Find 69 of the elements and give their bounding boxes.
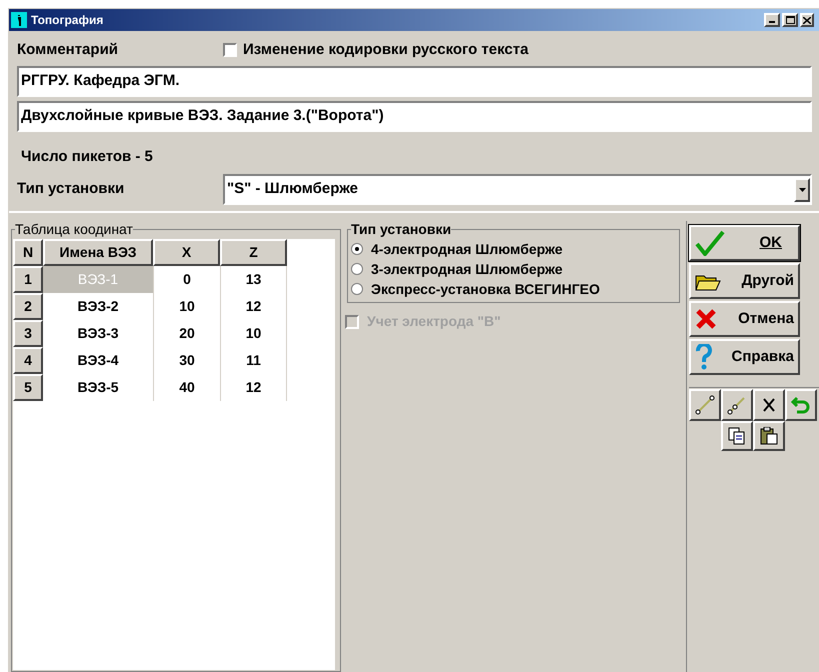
row-header[interactable]: 3 [13, 320, 43, 347]
row-header[interactable]: 4 [13, 347, 43, 374]
close-icon [763, 398, 775, 412]
row-header[interactable]: 2 [13, 293, 43, 320]
close-icon [803, 16, 811, 24]
table-cell: 11 [220, 347, 287, 374]
group-title: Тип установки [351, 221, 452, 237]
toolbar-button[interactable] [785, 389, 817, 421]
text-field[interactable]: РГГРУ. Кафедра ЭГМ. [17, 66, 812, 96]
dropdown-button[interactable] [794, 178, 810, 202]
table-cell: 12 [220, 374, 287, 401]
table-cell: 20 [153, 320, 220, 347]
checkbox[interactable] [223, 43, 237, 58]
table-cell-text: ВЭЗ-3 [76, 324, 120, 343]
ok-button[interactable]: OK [689, 225, 800, 261]
table-cell-text: ВЭЗ-4 [76, 351, 120, 370]
line-icon [695, 395, 715, 415]
dialog-button[interactable]: Справка [689, 339, 800, 375]
table-cell: 10 [153, 293, 220, 320]
window-title: Топография [31, 12, 104, 29]
radio-label: Экспресс-установка ВСЕГИНГЕО [371, 280, 600, 299]
question-mark-icon [695, 344, 713, 370]
toolbar-button[interactable] [753, 421, 785, 451]
table-cell: 12 [220, 293, 287, 320]
info-icon [11, 12, 27, 28]
toolbar-button[interactable] [689, 389, 721, 421]
table-cell-text: ВЭЗ-2 [76, 297, 120, 316]
radio-label: 3-электродная Шлюмберже [371, 260, 563, 279]
table-cell: 0 [153, 266, 220, 293]
table-cell: ВЭЗ-1 [43, 266, 153, 293]
group-title: Таблица коодинат [15, 221, 133, 237]
maximize-button[interactable] [782, 13, 798, 27]
table-cell: 30 [153, 347, 220, 374]
minimize-button[interactable] [764, 13, 780, 27]
text-field[interactable]: Двухслойные кривые ВЭЗ. Задание 3.("Ворота") [17, 100, 812, 132]
column-header[interactable]: Имена ВЭЗ [43, 239, 153, 266]
radio-button[interactable] [351, 243, 363, 255]
close-button[interactable] [800, 13, 814, 27]
comment-label: Комментарий [17, 40, 120, 60]
minimize-icon [769, 21, 775, 23]
dialog-button[interactable]: Отмена [689, 301, 800, 337]
column-header[interactable]: N [13, 239, 43, 266]
dialog-button[interactable]: Другой [689, 263, 800, 299]
copy-icon [728, 427, 746, 445]
column-header[interactable]: X [153, 239, 220, 266]
table-cell: 10 [220, 320, 287, 347]
row-header[interactable]: 5 [13, 374, 43, 401]
toolbar-button[interactable] [721, 421, 753, 451]
table-cell-text: ВЭЗ-5 [76, 378, 120, 397]
radio-button[interactable] [351, 283, 363, 295]
undo-icon [791, 395, 811, 415]
cross-icon [695, 308, 717, 330]
setup-dropdown[interactable]: "S" - Шлюмберже [223, 174, 812, 205]
radio-button[interactable] [351, 263, 363, 275]
column-header[interactable]: Z [220, 239, 287, 266]
setup-label: Тип установки [17, 179, 126, 200]
radio-label: 4-электродная Шлюмберже [371, 240, 563, 259]
caret-icon [798, 188, 806, 192]
table-cell: 40 [153, 374, 220, 401]
line-icon [727, 395, 747, 415]
toolbar-button[interactable] [721, 389, 753, 421]
picket-count: Число пикетов - 5 [21, 146, 154, 166]
checkbox-label: Изменение кодировки русского текста [243, 40, 528, 60]
toolbar-button[interactable] [753, 389, 785, 421]
table-cell: 13 [220, 266, 287, 293]
row-header[interactable]: 1 [13, 266, 43, 293]
paste-icon [760, 427, 778, 445]
maximize-icon [786, 16, 794, 24]
check-icon [695, 230, 725, 256]
